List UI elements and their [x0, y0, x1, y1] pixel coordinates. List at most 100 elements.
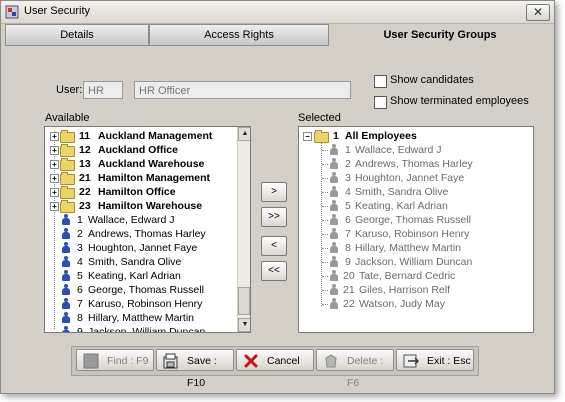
person-name: Jackson, William Duncan: [355, 256, 473, 268]
exit-button[interactable]: Exit : Esc: [396, 349, 474, 371]
exit-label: Exit : Esc: [427, 355, 471, 367]
person-icon: [329, 214, 339, 226]
person-icon: [329, 242, 339, 254]
tab-access-rights[interactable]: Access Rights: [149, 24, 329, 46]
show-candidates-checkbox[interactable]: [374, 75, 387, 88]
person-name: Giles, Harrison Relf: [359, 284, 451, 296]
remove-selected-button[interactable]: <: [261, 236, 287, 256]
remove-all-button[interactable]: <<: [261, 261, 287, 281]
group-name: Auckland Management: [98, 130, 213, 142]
group-name: Hamilton Management: [98, 172, 211, 184]
person-name: Tate, Bernard Cedric: [359, 270, 456, 282]
group-code: 23: [79, 200, 91, 212]
expand-icon[interactable]: +: [50, 174, 59, 183]
exit-icon: [403, 354, 419, 368]
show-candidates-label: Show candidates: [390, 74, 474, 86]
available-scrollbar[interactable]: ▲ ▼: [237, 127, 250, 332]
selected-list[interactable]: − 1 All Employees 1 Wallace, Edward J 2 …: [298, 126, 534, 333]
cancel-label: Cancel: [267, 355, 300, 367]
add-all-button[interactable]: >>: [261, 207, 287, 227]
action-toolbar: Find : F9 Save : F10 Cancel Delete : F6: [71, 346, 479, 389]
add-selected-button[interactable]: >: [261, 182, 287, 202]
person-icon: [329, 256, 339, 268]
person-icon: [329, 228, 339, 240]
user-code-field[interactable]: HR: [83, 81, 123, 99]
folder-icon: [60, 144, 75, 157]
person-icon: [61, 228, 71, 240]
find-button[interactable]: Find : F9: [76, 349, 154, 371]
person-id: 2: [77, 228, 83, 240]
show-terminated-checkbox[interactable]: [374, 96, 387, 109]
person-icon: [329, 172, 339, 184]
tree-line: [322, 304, 328, 305]
tree-line: [322, 164, 328, 165]
folder-icon: [60, 186, 75, 199]
tree-line: [322, 192, 328, 193]
person-name: Houghton, Jannet Faye: [355, 172, 465, 184]
person-icon: [61, 312, 71, 324]
person-id: 5: [345, 200, 351, 212]
person-icon: [61, 284, 71, 296]
person-icon: [61, 326, 71, 332]
tree-line: [322, 150, 328, 151]
group-code: 12: [79, 144, 91, 156]
user-security-window: User Security ✕ Details Access Rights Us…: [0, 0, 555, 394]
tab-details[interactable]: Details: [5, 24, 149, 46]
expand-icon[interactable]: +: [50, 146, 59, 155]
person-id: 6: [77, 284, 83, 296]
tree-line: [322, 248, 328, 249]
available-list[interactable]: + 11 Auckland Management + 12 Auckland O…: [44, 126, 251, 333]
app-icon: [5, 5, 19, 19]
person-icon: [61, 256, 71, 268]
person-id: 9: [77, 326, 83, 333]
group-name: Auckland Warehouse: [98, 158, 205, 170]
person-id: 22: [343, 298, 355, 310]
person-name: Hillary, Matthew Martin: [88, 312, 194, 324]
delete-button[interactable]: Delete : F6: [316, 349, 394, 389]
person-id: 7: [345, 228, 351, 240]
person-name: Karuso, Robinson Henry: [355, 228, 470, 240]
folder-icon: [60, 172, 75, 185]
person-name: Karuso, Robinson Henry: [88, 298, 203, 310]
group-code: 21: [79, 172, 91, 184]
person-id: 4: [77, 256, 83, 268]
person-name: Watson, Judy May: [359, 298, 445, 310]
group-code: 13: [79, 158, 91, 170]
person-icon: [329, 158, 339, 170]
scroll-thumb[interactable]: [238, 287, 250, 315]
collapse-icon[interactable]: −: [303, 132, 312, 141]
person-icon: [61, 242, 71, 254]
group-name: Hamilton Office: [98, 186, 176, 198]
person-id: 21: [343, 284, 355, 296]
group-name: All Employees: [345, 130, 417, 142]
person-id: 7: [77, 298, 83, 310]
tree-line: [322, 206, 328, 207]
person-name: Jackson, William Duncan: [88, 326, 206, 333]
tab-user-security-groups[interactable]: User Security Groups: [329, 24, 551, 48]
person-name: George, Thomas Russell: [355, 214, 471, 226]
show-terminated-label: Show terminated employees: [390, 95, 529, 107]
user-name-field[interactable]: HR Officer: [134, 81, 351, 99]
scroll-up-arrow-icon[interactable]: ▲: [238, 127, 250, 141]
person-name: Keating, Karl Adrian: [355, 200, 448, 212]
person-id: 8: [77, 312, 83, 324]
person-id: 4: [345, 186, 351, 198]
scroll-down-arrow-icon[interactable]: ▼: [238, 318, 250, 332]
delete-icon: [325, 354, 337, 368]
person-id: 2: [345, 158, 351, 170]
person-name: Smith, Sandra Olive: [88, 256, 182, 268]
window-title: User Security: [24, 5, 91, 17]
expand-icon[interactable]: +: [50, 160, 59, 169]
folder-icon: [314, 130, 329, 143]
cancel-button[interactable]: Cancel: [236, 349, 314, 371]
expand-icon[interactable]: +: [50, 202, 59, 211]
find-icon: [83, 353, 99, 369]
save-icon: [163, 353, 178, 369]
close-button[interactable]: ✕: [526, 4, 550, 21]
selected-label: Selected: [298, 112, 341, 124]
expand-icon[interactable]: +: [50, 188, 59, 197]
save-button[interactable]: Save : F10: [156, 349, 234, 389]
tree-line: [322, 262, 328, 263]
expand-icon[interactable]: +: [50, 132, 59, 141]
tree-line: [322, 290, 328, 291]
